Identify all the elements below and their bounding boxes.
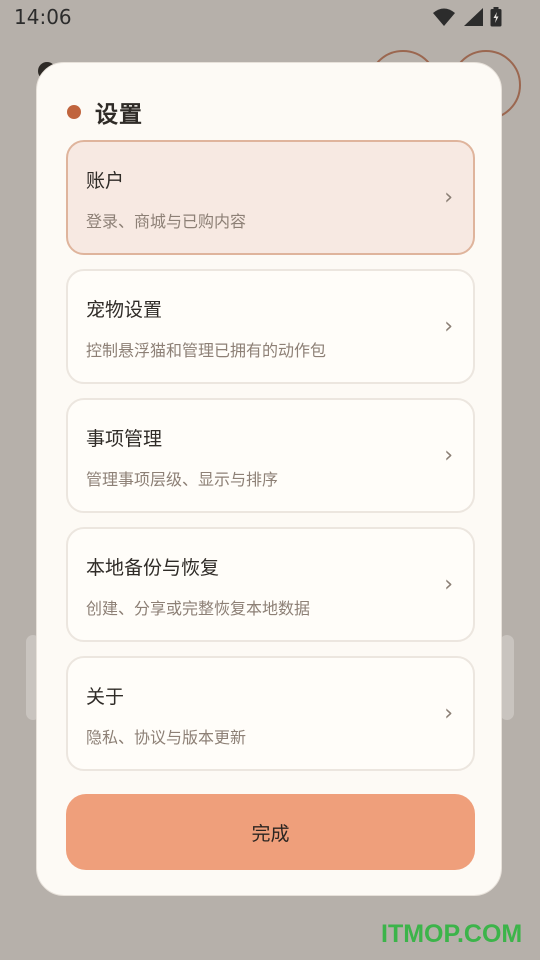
status-time: 14:06 xyxy=(14,5,72,29)
battery-charging-icon xyxy=(490,7,502,27)
settings-item-description: 创建、分享或完整恢复本地数据 xyxy=(86,599,311,618)
watermark-logo: ITMOP.COM xyxy=(381,920,523,948)
settings-item-pet[interactable]: 宠物设置 控制悬浮猫和管理已拥有的动作包 › xyxy=(66,269,475,384)
dialog-title: 设置 xyxy=(95,102,143,128)
accent-dot-icon xyxy=(67,105,81,119)
settings-item-description: 隐私、协议与版本更新 xyxy=(86,728,247,747)
settings-item-tasks[interactable]: 事项管理 管理事项层级、显示与排序 › xyxy=(66,398,475,513)
settings-dialog: 设置 账户 登录、商城与已购内容 › 宠物设置 控制悬浮猫和管理已拥有的动作包 … xyxy=(36,62,502,896)
settings-item-description: 管理事项层级、显示与排序 xyxy=(86,470,279,489)
settings-item-label: 账户 xyxy=(86,170,125,192)
wifi-icon xyxy=(433,8,455,26)
background-card-edge xyxy=(500,635,514,720)
done-button[interactable]: 完成 xyxy=(66,794,475,870)
chevron-right-icon: › xyxy=(444,572,453,597)
settings-item-about[interactable]: 关于 隐私、协议与版本更新 › xyxy=(66,656,475,771)
chevron-right-icon: › xyxy=(444,314,453,339)
settings-item-description: 控制悬浮猫和管理已拥有的动作包 xyxy=(86,341,327,360)
dialog-header: 设置 xyxy=(67,95,143,129)
settings-item-label: 关于 xyxy=(86,686,125,708)
chevron-right-icon: › xyxy=(444,701,453,726)
settings-item-label: 本地备份与恢复 xyxy=(86,557,220,579)
chevron-right-icon: › xyxy=(444,443,453,468)
status-icons xyxy=(432,7,502,27)
status-bar: 14:06 xyxy=(0,0,540,36)
settings-item-description: 登录、商城与已购内容 xyxy=(86,212,247,231)
settings-item-backup[interactable]: 本地备份与恢复 创建、分享或完整恢复本地数据 › xyxy=(66,527,475,642)
settings-item-label: 事项管理 xyxy=(86,428,163,450)
settings-item-account[interactable]: 账户 登录、商城与已购内容 › xyxy=(66,140,475,255)
signal-icon xyxy=(464,8,483,26)
settings-item-label: 宠物设置 xyxy=(86,299,163,321)
chevron-right-icon: › xyxy=(444,185,453,210)
